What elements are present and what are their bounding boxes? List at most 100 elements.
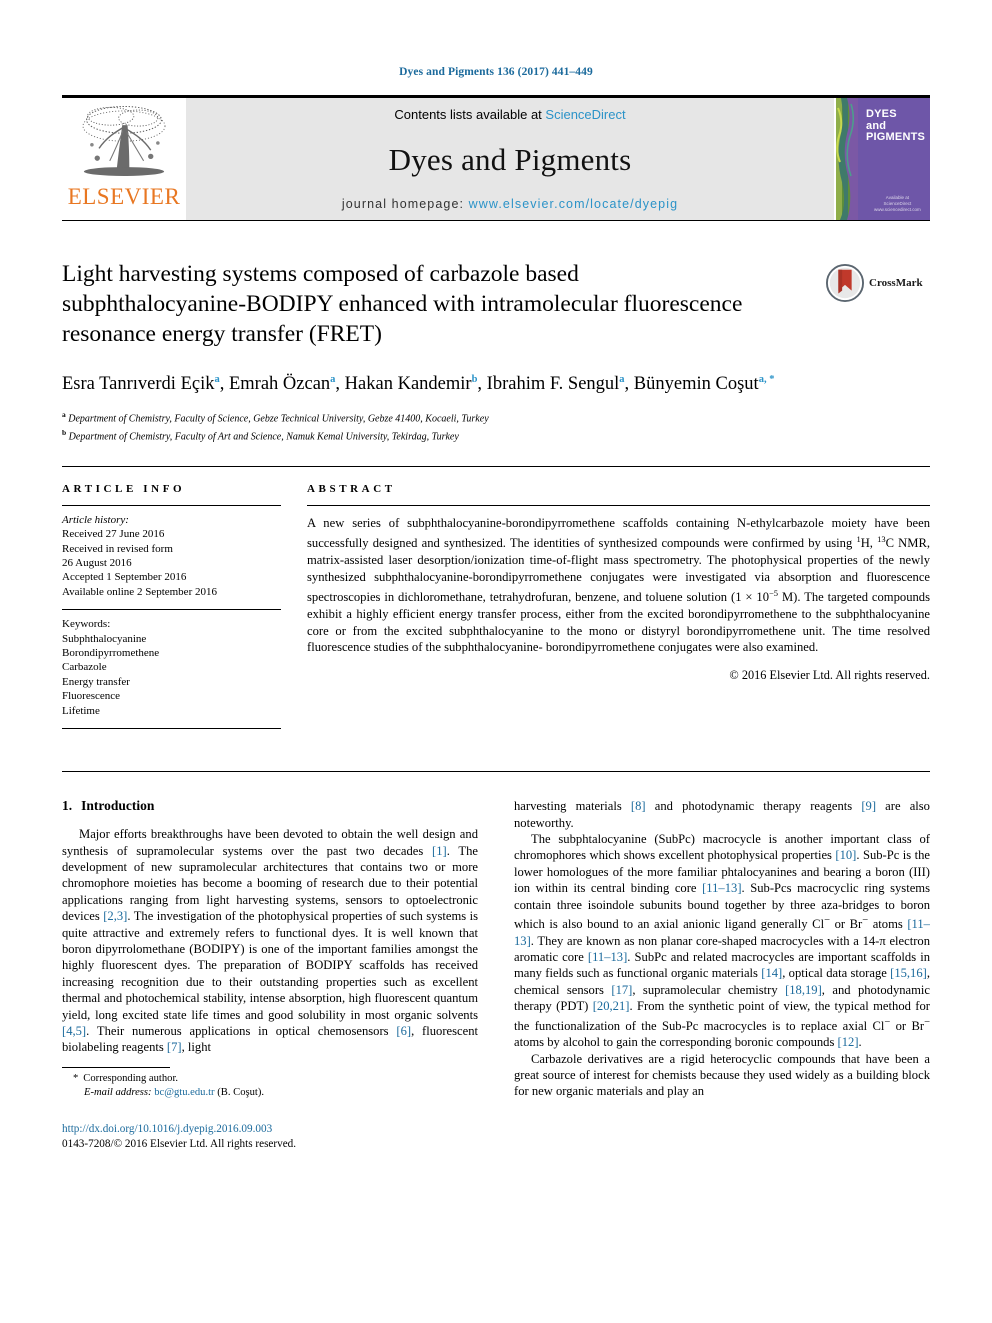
contents-prefix: Contents lists available at <box>394 107 546 122</box>
article-history: Article history: Received 27 June 2016 R… <box>62 506 281 609</box>
citation-ref-10[interactable]: [10] <box>835 848 856 862</box>
affiliation-mark: a <box>62 410 66 420</box>
author-name: Esra Tanrıverdi Eçik <box>62 374 215 395</box>
history-item: 26 August 2016 <box>62 557 132 570</box>
cover-title: DYES and PIGMENTS <box>866 108 926 144</box>
citation-ref-18-19[interactable]: [18,19] <box>785 983 822 997</box>
intro-right-2m: or Br <box>890 1018 925 1033</box>
intro-left-c: . The investigation of the photophysical… <box>62 909 478 1022</box>
cover-footer: Available at ScienceDirect www.sciencedi… <box>874 195 921 213</box>
author-affiliation-mark: a, * <box>758 374 775 385</box>
citation-ref-15-16[interactable]: [15,16] <box>890 966 927 980</box>
running-head: Dyes and Pigments 136 (2017) 441–449 <box>399 66 593 78</box>
history-item: Accepted 1 September 2016 <box>62 571 187 584</box>
citation-ref-17[interactable]: [17] <box>611 983 632 997</box>
email-link[interactable]: bc@gtu.edu.tr <box>154 1087 214 1098</box>
citation-ref-4-5[interactable]: [4,5] <box>62 1024 86 1038</box>
intro-left-a: Major efforts breakthroughs have been de… <box>62 827 478 858</box>
affiliation-text: Department of Chemistry, Faculty of Scie… <box>68 413 489 425</box>
section-title: Introduction <box>81 798 155 814</box>
citation-ref-14[interactable]: [14] <box>761 966 782 980</box>
author-affiliation-mark: a <box>330 374 336 385</box>
intro-right-2d: or Br <box>830 917 863 932</box>
intro-right-2e: atoms <box>868 917 908 932</box>
elsevier-wordmark: ELSEVIER <box>67 184 181 209</box>
crossmark-badge[interactable]: CrossMark <box>826 263 930 303</box>
sciencedirect-link[interactable]: ScienceDirect <box>545 107 625 122</box>
article-info-column: ARTICLE INFO Article history: Received 2… <box>62 482 307 730</box>
abstract-bottom-rule <box>62 771 930 773</box>
cover-title-line3: PIGMENTS <box>866 131 926 143</box>
article-info-heading: ARTICLE INFO <box>62 482 186 495</box>
issn-copyright-line: 0143-7208/© 2016 Elsevier Ltd. All right… <box>62 1137 297 1150</box>
citation-ref-20-21[interactable]: [20,21] <box>593 999 630 1013</box>
affiliation-text: Department of Chemistry, Faculty of Art … <box>68 431 459 443</box>
citation-ref-7[interactable]: [7] <box>167 1040 182 1054</box>
journal-title: Dyes and Pigments <box>388 141 632 177</box>
body-columns: 1. Introduction Major efforts breakthroug… <box>62 798 930 1150</box>
abstract-part-1: A new series of subphthalocyanine-borond… <box>307 515 930 551</box>
keyword-item: Carbazole <box>62 661 107 674</box>
intro-paragraph-right-2: The subphtalocyanine (SubPc) macrocycle … <box>514 831 930 1051</box>
author-affiliation-mark: a <box>214 374 220 385</box>
keyword-item: Lifetime <box>62 704 100 717</box>
nmr-1h: H, <box>860 536 878 551</box>
cover-title-line1: DYES <box>866 108 897 120</box>
article-history-label: Article history: <box>62 513 129 526</box>
author-name: Emrah Özcan <box>228 374 331 395</box>
keywords-list: Keywords: Subphthalocyanine Borondipyrro… <box>62 610 281 728</box>
keywords-label: Keywords: <box>62 618 111 631</box>
doi-link[interactable]: http://dx.doi.org/10.1016/j.dyepig.2016.… <box>62 1122 296 1137</box>
abstract-copyright: © 2016 Elsevier Ltd. All rights reserved… <box>729 667 930 682</box>
affiliation-list: a Department of Chemistry, Faculty of Sc… <box>62 408 930 444</box>
keywords-rule-bottom <box>62 728 281 730</box>
nmr-13c-superscript: 13 <box>877 534 886 545</box>
nmr-13c: C NMR, <box>885 536 930 551</box>
contents-available-line: Contents lists available at ScienceDirec… <box>394 107 625 122</box>
body-column-left: 1. Introduction Major efforts breakthroug… <box>62 798 478 1150</box>
intro-right-1a: harvesting materials <box>514 799 631 814</box>
title-block: Light harvesting systems composed of car… <box>62 259 930 444</box>
email-note: E-mail address: bc@gtu.edu.tr (B. Coşut)… <box>62 1086 478 1100</box>
page-title: Light harvesting systems composed of car… <box>62 261 743 347</box>
title-bottom-rule <box>62 465 930 467</box>
keyword-item: Subphthalocyanine <box>62 632 147 645</box>
history-item: Received 27 June 2016 <box>62 528 165 541</box>
crossmark-icon <box>826 264 864 302</box>
corresponding-author-text: Corresponding author. <box>83 1072 179 1084</box>
author-item: Bünyemin Coşuta, * <box>634 374 775 394</box>
footnote-rule <box>62 1066 170 1068</box>
journal-masthead: ELSEVIER Contents lists available at Sci… <box>62 95 930 220</box>
citation-ref-12[interactable]: [12] <box>838 1035 859 1049</box>
intro-left-f: , light <box>181 1040 211 1055</box>
keyword-item: Energy transfer <box>62 675 130 688</box>
abstract-heading: ABSTRACT <box>307 482 396 495</box>
corresponding-author-note: * Corresponding author. <box>62 1072 478 1086</box>
intro-right-2j: , supramolecular chemistry <box>632 982 786 997</box>
footnote-block: * Corresponding author. E-mail address: b… <box>62 1066 478 1150</box>
citation-ref-1[interactable]: [1] <box>432 844 447 858</box>
intro-right-2o: . <box>858 1035 862 1050</box>
elsevier-tree-icon <box>82 105 166 176</box>
journal-homepage-link[interactable]: www.elsevier.com/locate/dyepig <box>469 197 678 211</box>
email-label: E-mail address: <box>84 1086 152 1098</box>
intro-paragraph-right-1: harvesting materials [8] and photodynami… <box>514 798 930 831</box>
author-name: Hakan Kandemir <box>344 374 472 395</box>
masthead-center-panel: Contents lists available at ScienceDirec… <box>186 98 834 220</box>
citation-ref-6[interactable]: [6] <box>396 1024 411 1038</box>
bromide-charge-superscript-2: − <box>924 1016 930 1028</box>
citation-ref-2-3[interactable]: [2,3] <box>103 909 127 923</box>
author-affiliation-mark: a <box>619 374 625 385</box>
elsevier-logo: ELSEVIER <box>62 98 186 220</box>
affiliation-item: b Department of Chemistry, Faculty of Ar… <box>62 426 930 444</box>
citation-ref-8[interactable]: [8] <box>631 799 646 813</box>
intro-paragraph-left: Major efforts breakthroughs have been de… <box>62 826 478 1056</box>
concentration-exponent: −5 <box>769 588 779 599</box>
history-item: Available online 2 September 2016 <box>62 585 217 598</box>
author-name: Ibrahim F. Sengul <box>486 374 620 395</box>
intro-right-2n: atoms by alcohol to gain the correspondi… <box>514 1035 838 1050</box>
intro-right-2h: , optical data storage <box>782 966 891 981</box>
citation-ref-9[interactable]: [9] <box>861 799 876 813</box>
citation-ref-11-13-c[interactable]: [11–13] <box>588 950 627 964</box>
citation-ref-11-13-a[interactable]: [11–13] <box>702 881 741 895</box>
